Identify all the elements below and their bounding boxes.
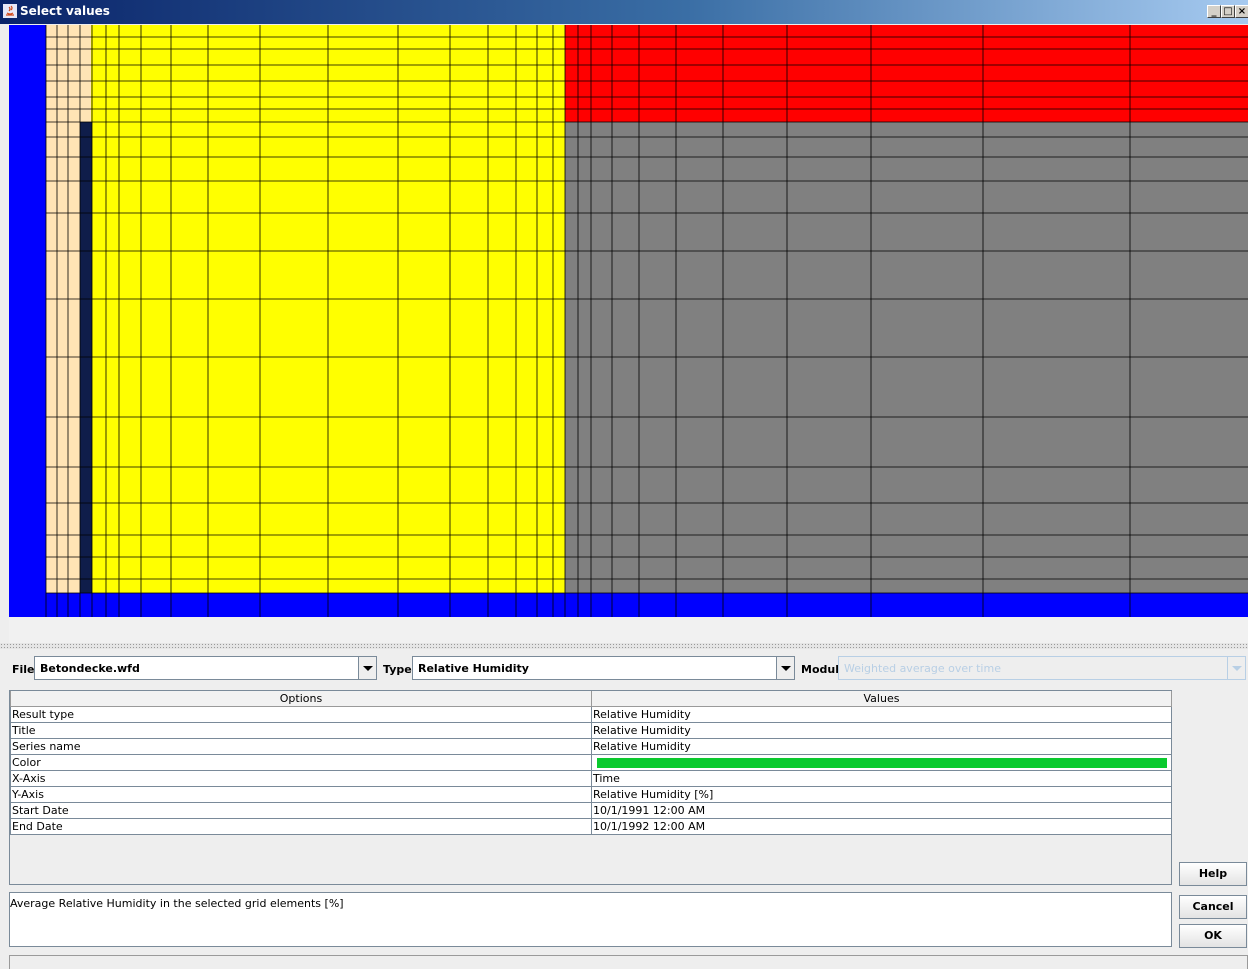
close-button[interactable]: × xyxy=(1235,5,1248,18)
column-header-values[interactable]: Values xyxy=(591,691,1172,707)
modul-combobox: Weighted average over time xyxy=(838,656,1246,680)
java-app-icon xyxy=(3,4,17,18)
maximize-button[interactable]: □ xyxy=(1221,5,1235,18)
option-name: X-Axis xyxy=(10,770,592,787)
bottom-boundary-layer[interactable] xyxy=(9,593,1248,617)
option-name: Title xyxy=(10,722,592,739)
chevron-down-icon xyxy=(363,666,373,671)
column-header-options[interactable]: Options xyxy=(10,691,592,707)
type-dropdown-button[interactable] xyxy=(776,657,794,679)
grid-empty-area xyxy=(9,617,1248,643)
color-swatch[interactable] xyxy=(597,757,1167,768)
option-value[interactable]: Relative Humidity xyxy=(591,706,1172,723)
table-row[interactable]: End Date 10/1/1992 12:00 AM xyxy=(10,818,1172,835)
close-icon: × xyxy=(1237,6,1247,17)
option-value[interactable]: 10/1/1992 12:00 AM xyxy=(591,818,1172,835)
option-name: Color xyxy=(10,754,592,771)
dark-strip[interactable] xyxy=(80,122,92,593)
split-pane-divider[interactable] xyxy=(0,643,1248,649)
table-row[interactable]: Start Date 10/1/1991 12:00 AM xyxy=(10,802,1172,819)
type-combobox-value: Relative Humidity xyxy=(418,662,529,675)
option-value[interactable]: Relative Humidity [%] xyxy=(591,786,1172,803)
minimize-button[interactable]: _ xyxy=(1207,5,1221,18)
title-bar[interactable]: Select values _ □ × xyxy=(0,0,1248,24)
option-value[interactable]: Relative Humidity xyxy=(591,722,1172,739)
left-boundary-layer[interactable] xyxy=(9,25,46,617)
file-combobox-value: Betondecke.wfd xyxy=(40,662,140,675)
table-row[interactable]: Result type Relative Humidity xyxy=(10,706,1172,723)
grid-canvas[interactable] xyxy=(9,25,1248,617)
status-bar xyxy=(9,955,1248,969)
window-title: Select values xyxy=(20,4,110,18)
options-table: Options Values Result type Relative Humi… xyxy=(10,691,1172,835)
table-row[interactable]: Color xyxy=(10,754,1172,771)
table-row[interactable]: X-Axis Time xyxy=(10,770,1172,787)
help-button[interactable]: Help xyxy=(1179,862,1247,886)
maximize-icon: □ xyxy=(1223,6,1233,17)
description-text: Average Relative Humidity in the selecte… xyxy=(10,897,344,910)
option-name: Result type xyxy=(10,706,592,723)
chevron-down-icon xyxy=(781,666,791,671)
ok-button[interactable]: OK xyxy=(1179,924,1247,948)
file-combobox[interactable]: Betondecke.wfd xyxy=(34,656,377,680)
file-label: File xyxy=(12,663,35,676)
option-name: End Date xyxy=(10,818,592,835)
type-label: Type xyxy=(383,663,412,676)
option-value[interactable]: 10/1/1991 12:00 AM xyxy=(591,802,1172,819)
table-row[interactable]: Series name Relative Humidity xyxy=(10,738,1172,755)
modul-label: Modul xyxy=(801,663,839,676)
modul-dropdown-button xyxy=(1227,657,1245,679)
grid-view[interactable] xyxy=(9,25,1248,617)
chevron-down-icon xyxy=(1232,666,1242,671)
option-name: Y-Axis xyxy=(10,786,592,803)
option-value-color[interactable] xyxy=(591,754,1172,771)
minimize-icon: _ xyxy=(1211,6,1217,17)
red-layer[interactable] xyxy=(565,25,1248,122)
option-value[interactable]: Time xyxy=(591,770,1172,787)
table-row[interactable]: Y-Axis Relative Humidity [%] xyxy=(10,786,1172,803)
option-value[interactable]: Relative Humidity xyxy=(591,738,1172,755)
option-name: Start Date xyxy=(10,802,592,819)
option-name: Series name xyxy=(10,738,592,755)
cancel-button[interactable]: Cancel xyxy=(1179,895,1247,919)
modul-combobox-value: Weighted average over time xyxy=(844,662,1001,675)
options-table-panel: Options Values Result type Relative Humi… xyxy=(9,690,1172,885)
table-header-row: Options Values xyxy=(10,691,1172,707)
type-combobox[interactable]: Relative Humidity xyxy=(412,656,795,680)
description-area[interactable]: Average Relative Humidity in the selecte… xyxy=(9,892,1172,947)
table-row[interactable]: Title Relative Humidity xyxy=(10,722,1172,739)
file-dropdown-button[interactable] xyxy=(358,657,376,679)
